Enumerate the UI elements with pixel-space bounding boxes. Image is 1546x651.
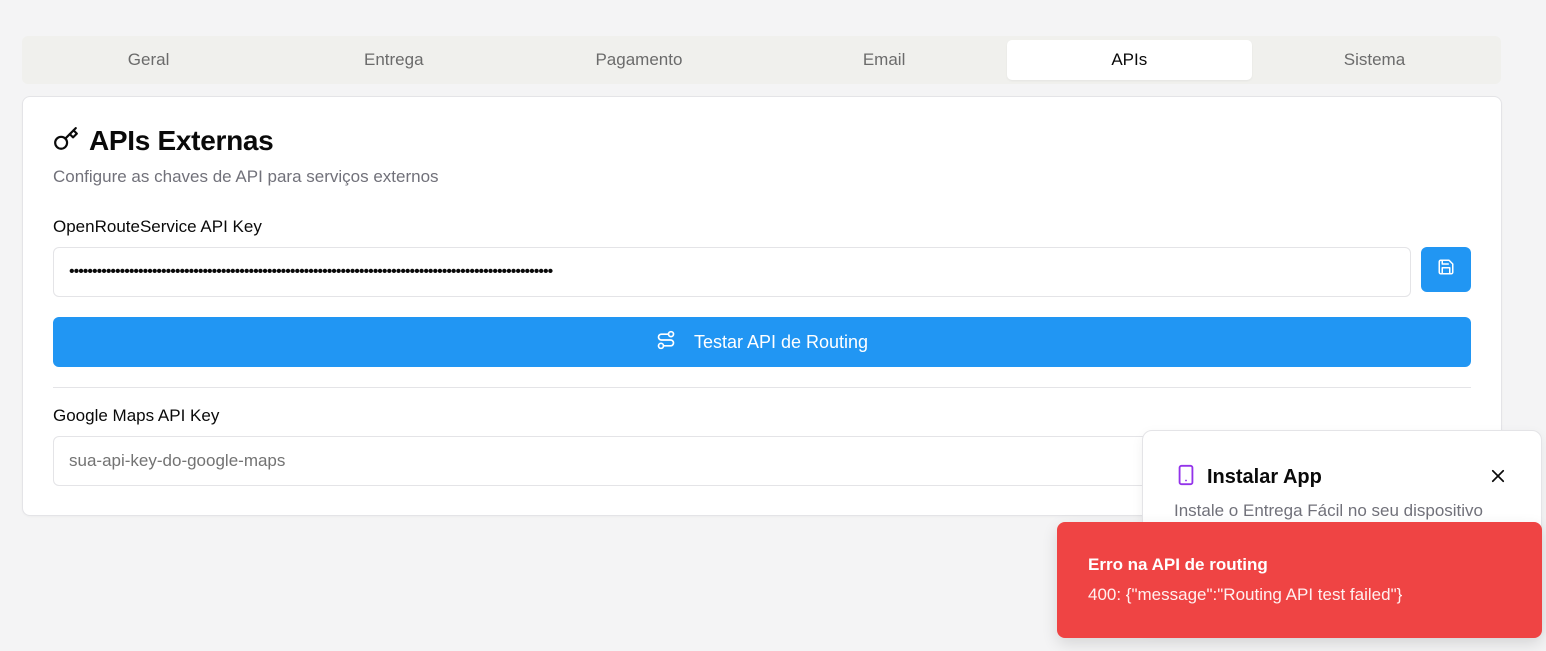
install-description: Instale o Entrega Fácil no seu dispositi… [1174, 501, 1484, 520]
toast-title: Erro na API de routing [1088, 555, 1268, 574]
google-maps-label: Google Maps API Key [53, 406, 220, 425]
tab-email[interactable]: Email [762, 40, 1007, 80]
google-maps-placeholder: sua-api-key-do-google-maps [69, 451, 286, 470]
install-title: Instalar App [1207, 466, 1322, 488]
tab-pagamento[interactable]: Pagamento [516, 40, 761, 80]
install-header: Instalar App [1175, 463, 1322, 492]
card-subtitle: Configure as chaves de API para serviços… [53, 167, 439, 186]
close-icon[interactable] [1489, 467, 1507, 485]
openroute-label: OpenRouteService API Key [53, 217, 262, 236]
tab-sistema[interactable]: Sistema [1252, 40, 1497, 80]
test-routing-api-button[interactable]: Testar API de Routing [53, 317, 1471, 367]
save-openroute-key-button[interactable] [1421, 247, 1471, 292]
test-routing-label: Testar API de Routing [693, 331, 869, 352]
settings-page: Geral Entrega Pagamento Email APIs Siste… [0, 0, 1546, 651]
error-toast[interactable]: Erro na API de routing 400: {"message":"… [1057, 522, 1542, 638]
openroute-api-key-input[interactable]: ••••••••••••••••••••••••••••••••••••••••… [53, 247, 1411, 297]
route-icon [656, 330, 676, 355]
card-title: APIs Externas [89, 125, 274, 156]
tab-geral[interactable]: Geral [26, 40, 271, 80]
save-icon [1437, 258, 1455, 281]
card-header: APIs Externas [53, 125, 274, 157]
tab-apis[interactable]: APIs [1006, 40, 1252, 80]
settings-tabs: Geral Entrega Pagamento Email APIs Siste… [22, 36, 1501, 84]
openroute-api-key-value: ••••••••••••••••••••••••••••••••••••••••… [69, 263, 553, 280]
tab-entrega[interactable]: Entrega [271, 40, 516, 80]
key-icon [53, 126, 79, 157]
smartphone-icon [1175, 463, 1197, 492]
section-divider [53, 387, 1471, 388]
toast-message: 400: {"message":"Routing API test failed… [1088, 585, 1403, 604]
